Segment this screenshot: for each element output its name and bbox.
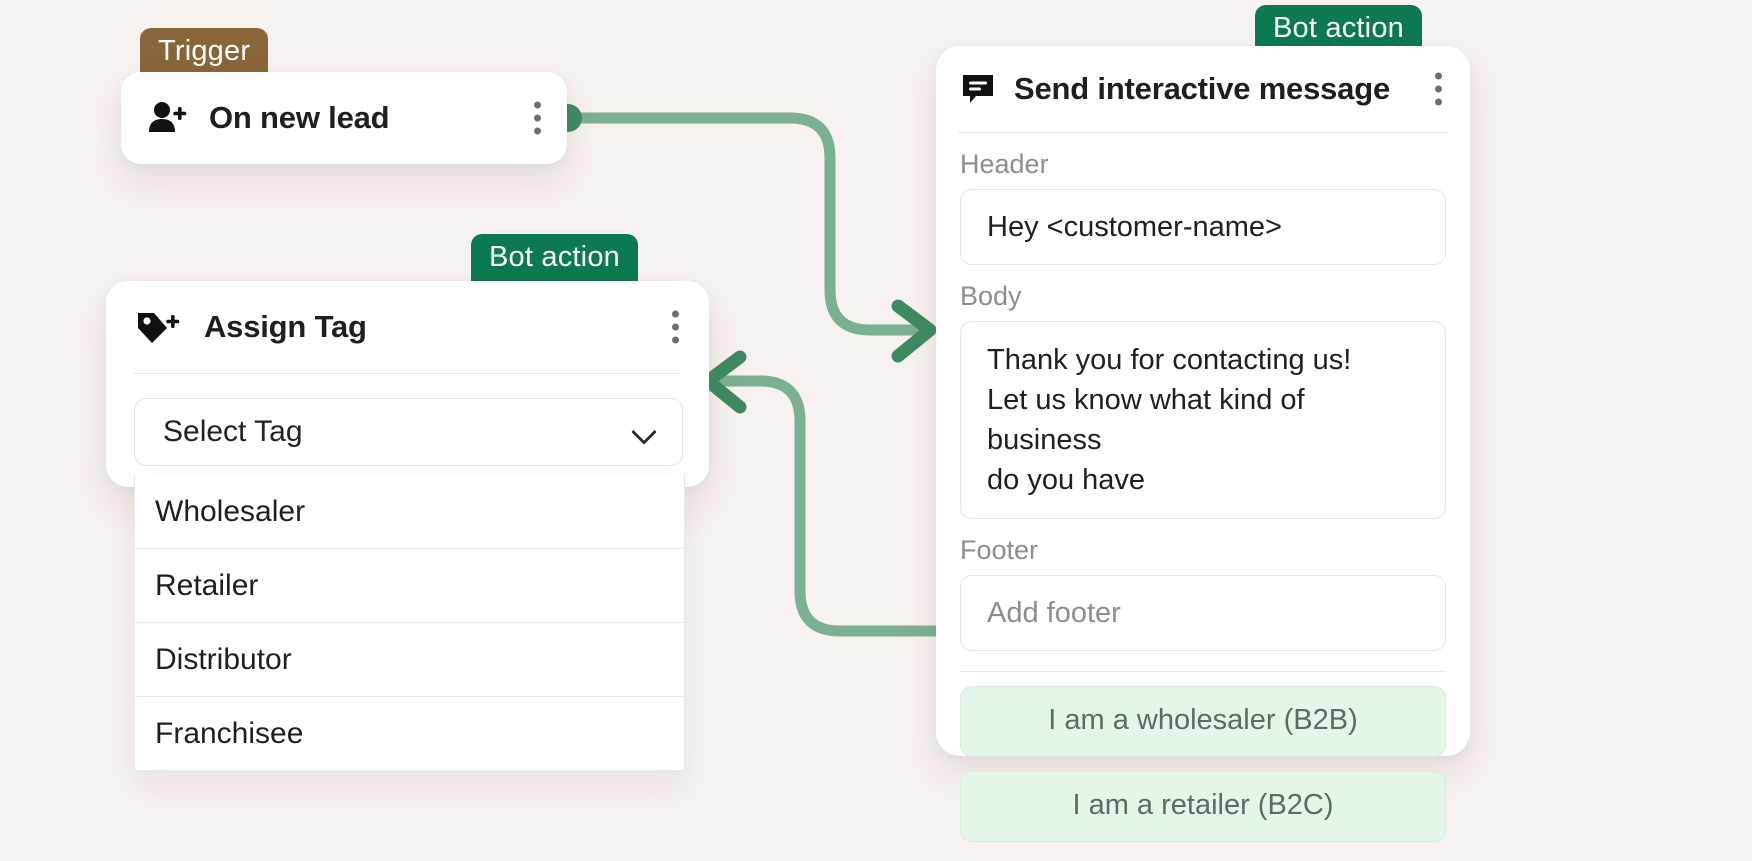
node-card-trigger[interactable]: On new lead (121, 72, 567, 164)
body-field-label: Body (960, 281, 1446, 312)
kebab-menu-icon[interactable] (1435, 73, 1442, 106)
arrowhead-to-assign (708, 357, 740, 407)
select-tag-value: Select Tag (163, 415, 303, 449)
footer-field-label: Footer (960, 535, 1446, 566)
tag-options-list[interactable]: Wholesaler Retailer Distributor Franchis… (134, 475, 685, 772)
header-field-label: Header (960, 149, 1446, 180)
reply-button-retailer[interactable]: I am a retailer (B2C) (960, 771, 1446, 842)
replies-divider (960, 671, 1446, 672)
assign-card-title: Assign Tag (204, 309, 367, 345)
list-item[interactable]: Franchisee (135, 697, 684, 771)
list-item[interactable]: Retailer (135, 549, 684, 623)
list-item[interactable]: Distributor (135, 623, 684, 697)
list-item[interactable]: Wholesaler (135, 475, 684, 549)
assign-card-header: Assign Tag (106, 281, 709, 373)
trigger-card-header: On new lead (121, 72, 567, 164)
trigger-card-title: On new lead (209, 100, 389, 136)
chat-bubble-icon (960, 72, 996, 106)
person-add-icon (147, 100, 189, 136)
node-card-send-interactive-message[interactable]: Send interactive message Header Hey <cus… (936, 46, 1470, 756)
footer-field-input[interactable]: Add footer (960, 575, 1446, 651)
wire-message-to-assign (722, 381, 936, 631)
kebab-menu-icon[interactable] (534, 102, 541, 135)
select-tag-dropdown[interactable]: Select Tag (134, 398, 683, 466)
kebab-menu-icon[interactable] (672, 311, 679, 344)
assign-card-divider (134, 373, 681, 374)
chevron-down-icon (632, 419, 658, 445)
message-card-title: Send interactive message (1014, 71, 1390, 107)
tag-add-icon (134, 307, 182, 347)
message-card-divider (958, 132, 1448, 133)
badge-bot-action-assign: Bot action (471, 234, 638, 283)
message-card-body: Header Hey <customer-name> Body Thank yo… (936, 149, 1470, 842)
reply-button-wholesaler[interactable]: I am a wholesaler (B2B) (960, 686, 1446, 757)
arrowhead-to-message (898, 306, 930, 356)
message-card-header: Send interactive message (936, 46, 1470, 132)
badge-trigger: Trigger (140, 28, 268, 77)
flow-canvas: Trigger Bot action Bot action On new lea… (0, 0, 1752, 861)
body-field-input[interactable]: Thank you for contacting us!Let us know … (960, 321, 1446, 519)
header-field-input[interactable]: Hey <customer-name> (960, 189, 1446, 265)
